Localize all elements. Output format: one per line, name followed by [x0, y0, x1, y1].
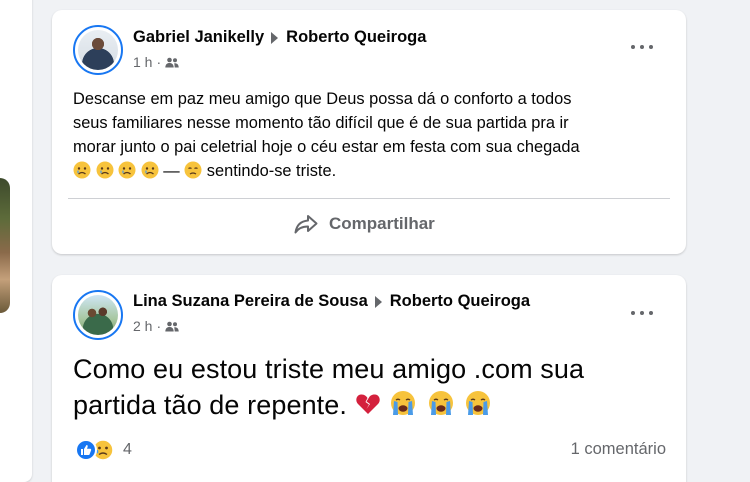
sad-face-emoji-icon: [73, 161, 91, 179]
post-text-line: partida tão de repente.: [73, 387, 673, 423]
divider: [68, 198, 670, 199]
friends-icon[interactable]: [165, 57, 179, 68]
post-text-line-feeling: — sentindo-se triste.: [73, 159, 663, 183]
post-text: Descanse em paz meu amigo que Deus possa…: [73, 87, 663, 183]
post-header: Gabriel Janikelly Roberto Queiroga: [133, 28, 426, 47]
sad-face-emoji-icon: [118, 161, 136, 179]
crying-face-emoji-icon: [391, 391, 416, 415]
share-button[interactable]: Compartilhar: [294, 212, 435, 236]
left-column-card: [0, 0, 32, 482]
post-header: Lina Suzana Pereira de Sousa Roberto Que…: [133, 292, 530, 311]
left-thumbnail-image[interactable]: [0, 178, 10, 313]
share-label: Compartilhar: [329, 214, 435, 233]
post-timestamp[interactable]: 2 h: [133, 318, 152, 334]
post-meta: 1 h ·: [133, 54, 179, 70]
reactions-summary[interactable]: 4: [75, 439, 132, 461]
feeling-text[interactable]: sentindo-se triste.: [207, 162, 336, 180]
broken-heart-emoji-icon: [355, 394, 380, 414]
author-name[interactable]: Gabriel Janikelly: [133, 28, 264, 47]
arrow-right-icon: [271, 31, 279, 44]
separator-dot: ·: [156, 54, 162, 70]
friends-icon[interactable]: [165, 321, 179, 332]
reaction-count: 4: [123, 441, 132, 458]
more-options-button[interactable]: [628, 37, 656, 57]
sad-face-emoji-icon: [96, 161, 114, 179]
post-text-line: seus familiares nesse momento tão difíci…: [73, 114, 569, 132]
post-text-line-content: partida tão de repente.: [73, 390, 348, 420]
author-name[interactable]: Lina Suzana Pereira de Sousa: [133, 292, 368, 311]
more-options-button[interactable]: [628, 303, 656, 323]
post-timestamp[interactable]: 1 h: [133, 54, 152, 70]
like-reaction-icon: [75, 439, 97, 461]
target-name[interactable]: Roberto Queiroga: [286, 28, 426, 47]
post-card: Gabriel Janikelly Roberto Queiroga 1 h ·…: [52, 10, 686, 254]
sad-face-emoji-icon: [141, 161, 159, 179]
share-arrow-icon: [294, 215, 318, 234]
post-text-line: Como eu estou triste meu amigo .com sua: [73, 354, 585, 384]
crying-face-emoji-icon: [428, 391, 453, 415]
post-text: Como eu estou triste meu amigo .com sua …: [73, 351, 673, 423]
post-text-line: Descanse em paz meu amigo que Deus possa…: [73, 90, 572, 108]
crying-face-emoji-icon: [466, 391, 491, 415]
feeling-sad-icon: [184, 161, 202, 179]
target-name[interactable]: Roberto Queiroga: [390, 292, 530, 311]
feeling-dash: —: [163, 162, 180, 180]
arrow-right-icon: [374, 295, 382, 308]
comments-count-link[interactable]: 1 comentário: [571, 440, 666, 459]
avatar[interactable]: [73, 25, 123, 75]
separator-dot: ·: [156, 318, 162, 334]
post-text-line: morar junto o pai celetrial hoje o céu e…: [73, 138, 580, 156]
post-meta: 2 h ·: [133, 318, 179, 334]
post-card: Lina Suzana Pereira de Sousa Roberto Que…: [52, 275, 686, 482]
avatar[interactable]: [73, 290, 123, 340]
